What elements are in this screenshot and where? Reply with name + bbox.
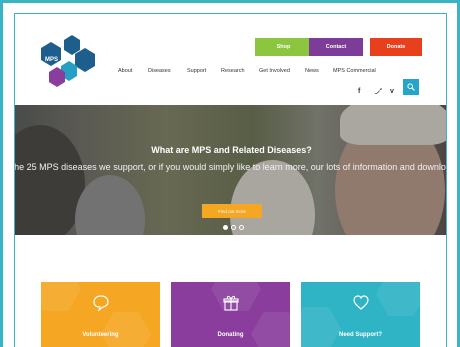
speech-bubble-icon: [92, 295, 109, 312]
card-hex-decoration: [301, 307, 341, 347]
vimeo-icon[interactable]: v: [390, 88, 394, 95]
card-hex-decoration: [101, 312, 151, 347]
donating-card[interactable]: Donating: [171, 282, 290, 347]
nav-mps-commercial[interactable]: MPS Commercial: [333, 68, 376, 74]
hero-text: cted by one of the 25 MPS diseases we su…: [15, 162, 446, 172]
facebook-icon[interactable]: f: [358, 88, 360, 95]
heart-icon: [352, 295, 369, 310]
search-button[interactable]: [403, 79, 419, 95]
nav-about[interactable]: About: [118, 68, 132, 74]
hero-banner: What are MPS and Related Diseases? cted …: [15, 105, 446, 235]
volunteering-label: Volunteering: [82, 332, 119, 338]
mps-logo[interactable]: MPS: [27, 34, 107, 104]
page: MPS Shop Contact Donate About Diseases S…: [14, 13, 447, 347]
nav-support[interactable]: Support: [187, 68, 206, 74]
donating-label: Donating: [217, 332, 244, 338]
carousel-dot-3[interactable]: [239, 225, 244, 230]
hero-title: What are MPS and Related Diseases?: [151, 145, 312, 155]
carousel-dots: [223, 225, 244, 230]
carousel-dot-1[interactable]: [223, 225, 228, 230]
contact-button[interactable]: Contact: [309, 38, 363, 56]
volunteering-card[interactable]: Volunteering: [41, 282, 160, 347]
card-hex-decoration: [376, 282, 420, 316]
card-hex-decoration: [41, 282, 81, 311]
nav-research[interactable]: Research: [221, 68, 245, 74]
search-icon: [407, 83, 415, 91]
logo-text: MPS: [45, 57, 58, 63]
need-support-label: Need Support?: [339, 332, 382, 338]
nav-diseases[interactable]: Diseases: [148, 68, 171, 74]
need-support-card[interactable]: Need Support?: [301, 282, 420, 347]
twitter-icon[interactable]: [374, 88, 382, 97]
nav-news[interactable]: News: [305, 68, 319, 74]
card-hex-decoration: [251, 312, 290, 347]
shop-button[interactable]: Shop: [255, 38, 312, 56]
nav-get-involved[interactable]: Get Involved: [259, 68, 290, 74]
carousel-dot-2[interactable]: [231, 225, 236, 230]
donate-button[interactable]: Donate: [370, 38, 422, 56]
find-out-more-button[interactable]: Find out more: [202, 204, 262, 218]
gift-icon: [222, 295, 239, 311]
